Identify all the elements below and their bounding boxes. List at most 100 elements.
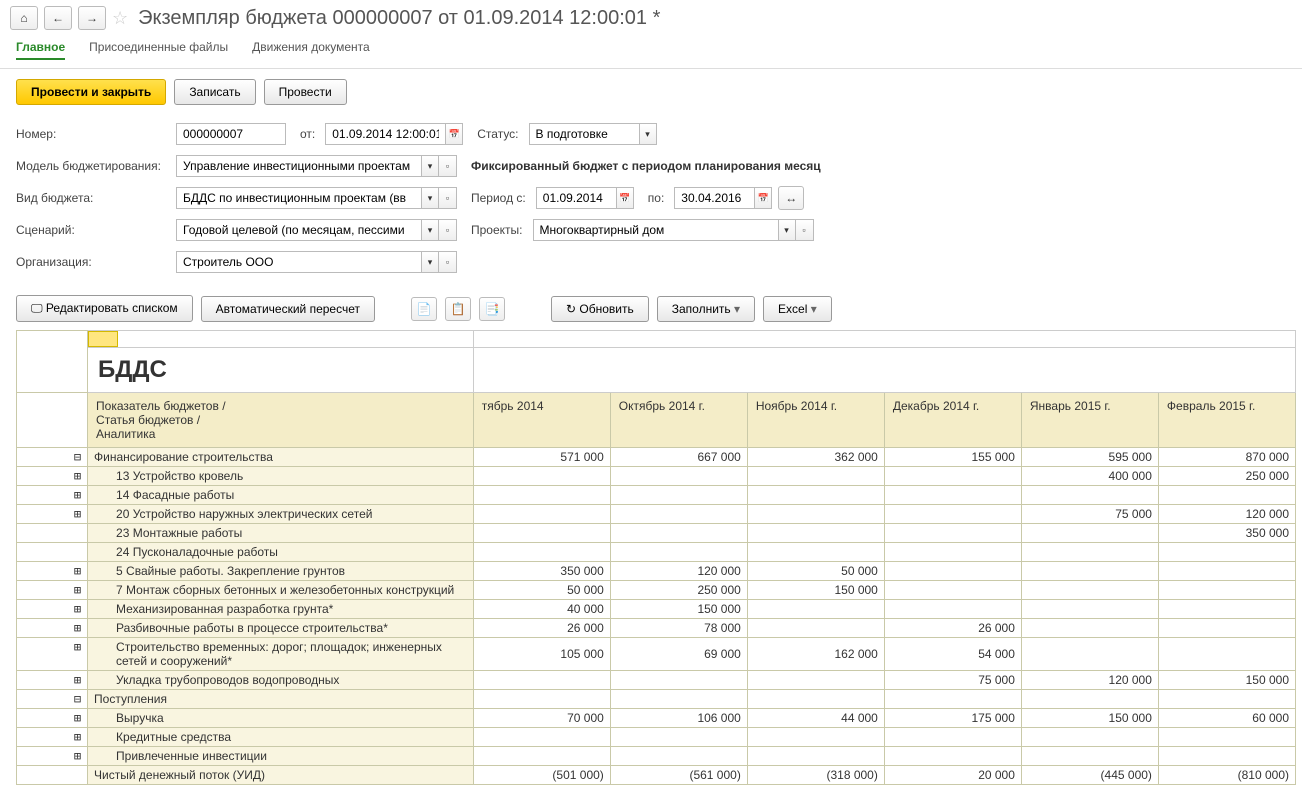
tree-toggle[interactable]: ⊞ bbox=[17, 709, 88, 728]
grid-cell[interactable] bbox=[884, 562, 1021, 581]
grid-cell[interactable] bbox=[473, 505, 610, 524]
grid-cell[interactable]: 155 000 bbox=[884, 448, 1021, 467]
row-label[interactable]: 24 Пусконаладочные работы bbox=[88, 543, 474, 562]
grid-cell[interactable]: 150 000 bbox=[610, 600, 747, 619]
budget-grid[interactable]: БДДС Показатель бюджетов / Статья бюджет… bbox=[16, 330, 1296, 785]
grid-cell[interactable] bbox=[884, 486, 1021, 505]
grid-cell[interactable]: 667 000 bbox=[610, 448, 747, 467]
grid-cell[interactable] bbox=[884, 505, 1021, 524]
grid-cell[interactable]: 120 000 bbox=[610, 562, 747, 581]
projects-field[interactable] bbox=[533, 219, 778, 241]
grid-cell[interactable] bbox=[1158, 690, 1295, 709]
tree-toggle[interactable]: ⊞ bbox=[17, 728, 88, 747]
scenario-dropdown-icon[interactable]: ▾ bbox=[421, 219, 439, 241]
grid-cell[interactable]: 105 000 bbox=[473, 638, 610, 671]
grid-cell[interactable]: 150 000 bbox=[747, 581, 884, 600]
grid-cell[interactable] bbox=[747, 619, 884, 638]
org-dropdown-icon[interactable]: ▾ bbox=[421, 251, 439, 273]
grid-cell[interactable] bbox=[473, 747, 610, 766]
post-close-button[interactable]: Провести и закрыть bbox=[16, 79, 166, 105]
grid-cell[interactable] bbox=[1021, 728, 1158, 747]
budget-type-field[interactable] bbox=[176, 187, 421, 209]
grid-cell[interactable]: 870 000 bbox=[1158, 448, 1295, 467]
period-to-field[interactable] bbox=[674, 187, 754, 209]
grid-cell[interactable]: 60 000 bbox=[1158, 709, 1295, 728]
grid-cell[interactable]: 26 000 bbox=[884, 619, 1021, 638]
grid-cell[interactable] bbox=[610, 505, 747, 524]
row-label[interactable]: 7 Монтаж сборных бетонных и железобетонн… bbox=[88, 581, 474, 600]
grid-cell[interactable]: 150 000 bbox=[1158, 671, 1295, 690]
tree-toggle[interactable]: ⊞ bbox=[17, 619, 88, 638]
grid-cell[interactable] bbox=[473, 486, 610, 505]
excel-button[interactable]: Excel bbox=[763, 296, 832, 322]
grid-cell[interactable] bbox=[1158, 543, 1295, 562]
grid-cell[interactable]: 69 000 bbox=[610, 638, 747, 671]
grid-cell[interactable] bbox=[747, 747, 884, 766]
budget-type-open-icon[interactable]: ▫ bbox=[439, 187, 457, 209]
row-label[interactable]: Поступления bbox=[88, 690, 474, 709]
grid-cell[interactable] bbox=[884, 467, 1021, 486]
grid-cell[interactable]: (318 000) bbox=[747, 766, 884, 785]
grid-cell[interactable] bbox=[1021, 486, 1158, 505]
grid-cell[interactable]: 595 000 bbox=[1021, 448, 1158, 467]
row-label[interactable]: Разбивочные работы в процессе строительс… bbox=[88, 619, 474, 638]
grid-cell[interactable]: 162 000 bbox=[747, 638, 884, 671]
back-button[interactable]: ← bbox=[44, 6, 72, 30]
grid-cell[interactable] bbox=[610, 690, 747, 709]
status-field[interactable] bbox=[529, 123, 639, 145]
grid-cell[interactable]: 40 000 bbox=[473, 600, 610, 619]
grid-cell[interactable] bbox=[1021, 619, 1158, 638]
grid-cell[interactable]: 175 000 bbox=[884, 709, 1021, 728]
date-field[interactable] bbox=[325, 123, 445, 145]
grid-cell[interactable] bbox=[1158, 581, 1295, 600]
grid-cell[interactable] bbox=[747, 486, 884, 505]
grid-cell[interactable] bbox=[473, 543, 610, 562]
row-label[interactable]: 5 Свайные работы. Закрепление грунтов bbox=[88, 562, 474, 581]
grid-cell[interactable] bbox=[747, 467, 884, 486]
grid-cell[interactable]: 350 000 bbox=[1158, 524, 1295, 543]
tree-toggle[interactable]: ⊞ bbox=[17, 747, 88, 766]
grid-cell[interactable] bbox=[1158, 638, 1295, 671]
tab-main[interactable]: Главное bbox=[16, 40, 65, 60]
model-dropdown-icon[interactable]: ▾ bbox=[421, 155, 439, 177]
grid-cell[interactable]: (445 000) bbox=[1021, 766, 1158, 785]
grid-cell[interactable] bbox=[610, 671, 747, 690]
grid-cell[interactable]: 250 000 bbox=[610, 581, 747, 600]
grid-cell[interactable] bbox=[1158, 486, 1295, 505]
scenario-field[interactable] bbox=[176, 219, 421, 241]
tree-toggle[interactable]: ⊟ bbox=[17, 690, 88, 709]
grid-cell[interactable] bbox=[747, 524, 884, 543]
grid-cell[interactable] bbox=[747, 543, 884, 562]
scenario-open-icon[interactable]: ▫ bbox=[439, 219, 457, 241]
grid-cell[interactable]: 362 000 bbox=[747, 448, 884, 467]
grid-cell[interactable] bbox=[884, 543, 1021, 562]
row-label[interactable]: 23 Монтажные работы bbox=[88, 524, 474, 543]
fill-button[interactable]: Заполнить bbox=[657, 296, 755, 322]
grid-cell[interactable]: 44 000 bbox=[747, 709, 884, 728]
grid-cell[interactable] bbox=[1021, 747, 1158, 766]
grid-cell[interactable]: 400 000 bbox=[1021, 467, 1158, 486]
period-swap-button[interactable]: ↔ bbox=[778, 186, 804, 210]
post-button[interactable]: Провести bbox=[264, 79, 347, 105]
tab-files[interactable]: Присоединенные файлы bbox=[89, 40, 228, 60]
row-label[interactable]: Привлеченные инвестиции bbox=[88, 747, 474, 766]
paste-button[interactable]: 📋 bbox=[445, 297, 471, 321]
grid-cell[interactable] bbox=[610, 543, 747, 562]
grid-cell[interactable]: 26 000 bbox=[473, 619, 610, 638]
grid-cell[interactable] bbox=[747, 505, 884, 524]
tree-toggle[interactable]: ⊞ bbox=[17, 671, 88, 690]
tree-toggle[interactable]: ⊞ bbox=[17, 638, 88, 671]
grid-cell[interactable] bbox=[610, 728, 747, 747]
edit-list-button[interactable]: 🖵 Редактировать списком bbox=[16, 295, 193, 322]
period-to-calendar-icon[interactable]: 📅 bbox=[754, 187, 772, 209]
forward-button[interactable]: → bbox=[78, 6, 106, 30]
grid-cell[interactable] bbox=[1158, 562, 1295, 581]
org-open-icon[interactable]: ▫ bbox=[439, 251, 457, 273]
grid-cell[interactable]: 75 000 bbox=[1021, 505, 1158, 524]
row-label[interactable]: Чистый денежный поток (УИД) bbox=[88, 766, 474, 785]
budget-type-dropdown-icon[interactable]: ▾ bbox=[421, 187, 439, 209]
tree-toggle[interactable]: ⊞ bbox=[17, 562, 88, 581]
row-label[interactable]: 20 Устройство наружных электрических сет… bbox=[88, 505, 474, 524]
grid-cell[interactable]: 350 000 bbox=[473, 562, 610, 581]
grid-cell[interactable]: (810 000) bbox=[1158, 766, 1295, 785]
